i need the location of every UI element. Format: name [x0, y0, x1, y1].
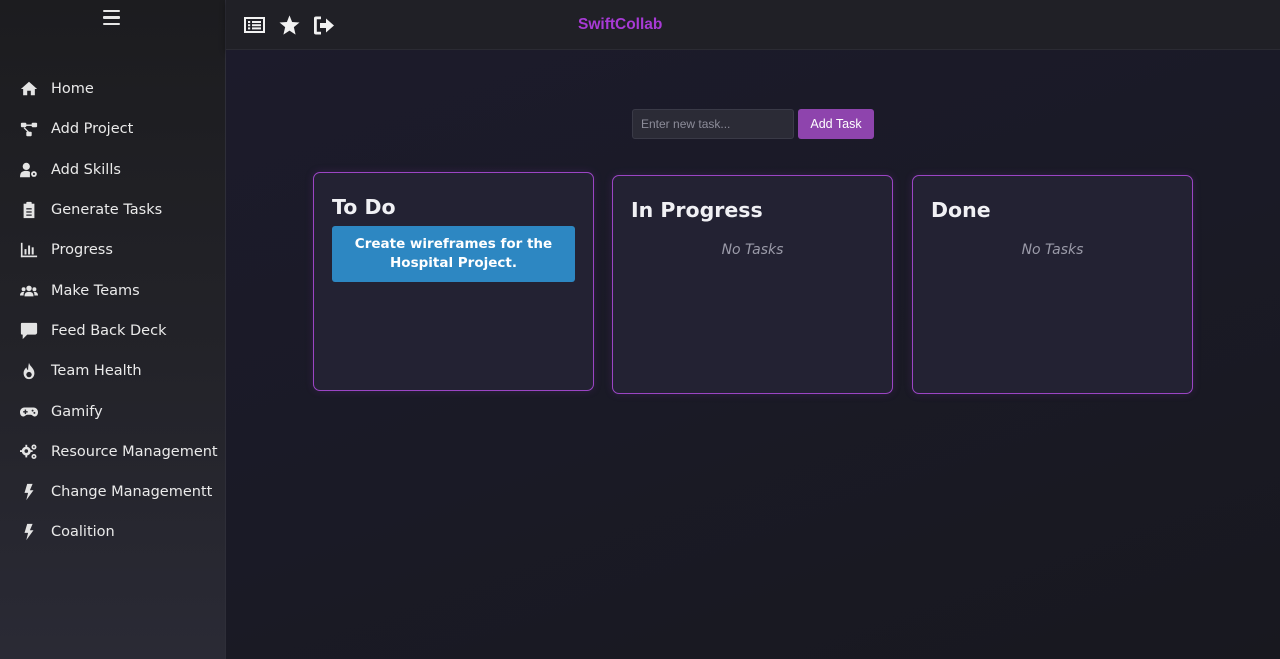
sidebar-item-add-project[interactable]: Add Project — [0, 109, 226, 149]
empty-state-text: No Tasks — [1021, 242, 1084, 258]
sidebar-item-coalition[interactable]: Coalition — [0, 512, 226, 552]
sidebar-item-label: Feed Back Deck — [51, 322, 167, 339]
gamepad-icon — [19, 402, 39, 422]
app-brand: SwiftCollab — [578, 16, 663, 33]
sidebar-item-label: Coalition — [51, 524, 115, 541]
main-content: Add Task To Do Create wireframes for the… — [226, 50, 1280, 659]
sidebar-item-label: Home — [51, 81, 94, 98]
user-cog-icon — [19, 160, 39, 180]
sidebar-nav: Home Add Project Add Skills Generate Tas… — [0, 69, 226, 553]
sidebar-item-label: Team Health — [51, 363, 142, 380]
sidebar-item-label: Add Skills — [51, 161, 121, 178]
sidebar-item-label: Add Project — [51, 121, 134, 138]
add-task-button[interactable]: Add Task — [798, 109, 874, 139]
column-title: In Progress — [631, 198, 763, 222]
sidebar-item-make-teams[interactable]: Make Teams — [0, 270, 226, 310]
users-icon — [19, 281, 39, 301]
sidebar-item-feed-back-deck[interactable]: Feed Back Deck — [0, 311, 226, 351]
bolt-icon — [19, 482, 39, 502]
sidebar-item-label: Gamify — [51, 403, 103, 420]
sidebar-item-progress[interactable]: Progress — [0, 230, 226, 270]
sidebar-item-label: Resource Management — [51, 443, 218, 460]
new-task-input[interactable] — [632, 109, 794, 139]
task-card[interactable]: Create wireframes for the Hospital Proje… — [332, 226, 575, 282]
comment-icon — [19, 321, 39, 341]
sidebar-item-label: Progress — [51, 242, 113, 259]
clipboard-list-icon — [19, 200, 39, 220]
sidebar-item-label: Generate Tasks — [51, 202, 163, 219]
sidebar-item-gamify[interactable]: Gamify — [0, 391, 226, 431]
sidebar-item-label: Make Teams — [51, 282, 140, 299]
home-icon — [19, 79, 39, 99]
column-to-do: To Do Create wireframes for the Hospital… — [313, 172, 594, 391]
list-icon[interactable] — [242, 14, 266, 36]
column-done: Done No Tasks — [912, 175, 1193, 394]
sidebar-item-add-skills[interactable]: Add Skills — [0, 150, 226, 190]
sign-out-icon[interactable] — [312, 14, 336, 36]
sidebar: Home Add Project Add Skills Generate Tas… — [0, 0, 226, 659]
star-icon[interactable] — [277, 14, 301, 36]
cogs-icon — [19, 442, 39, 462]
sidebar-item-change-management[interactable]: Change Managementt — [0, 472, 226, 512]
column-title: Done — [931, 198, 991, 222]
empty-state-text: No Tasks — [721, 242, 784, 258]
fire-icon — [19, 361, 39, 381]
column-title: To Do — [332, 195, 396, 219]
sidebar-item-home[interactable]: Home — [0, 69, 226, 109]
sidebar-item-generate-tasks[interactable]: Generate Tasks — [0, 190, 226, 230]
bolt-icon — [19, 522, 39, 542]
sidebar-item-resource-management[interactable]: Resource Management — [0, 432, 226, 472]
sidebar-item-label: Change Managementt — [51, 484, 213, 501]
project-diagram-icon — [19, 119, 39, 139]
sidebar-item-team-health[interactable]: Team Health — [0, 351, 226, 391]
hamburger-menu-icon[interactable] — [103, 10, 121, 26]
column-in-progress: In Progress No Tasks — [612, 175, 893, 394]
topbar: SwiftCollab — [226, 0, 1280, 50]
chart-bar-icon — [19, 240, 39, 260]
